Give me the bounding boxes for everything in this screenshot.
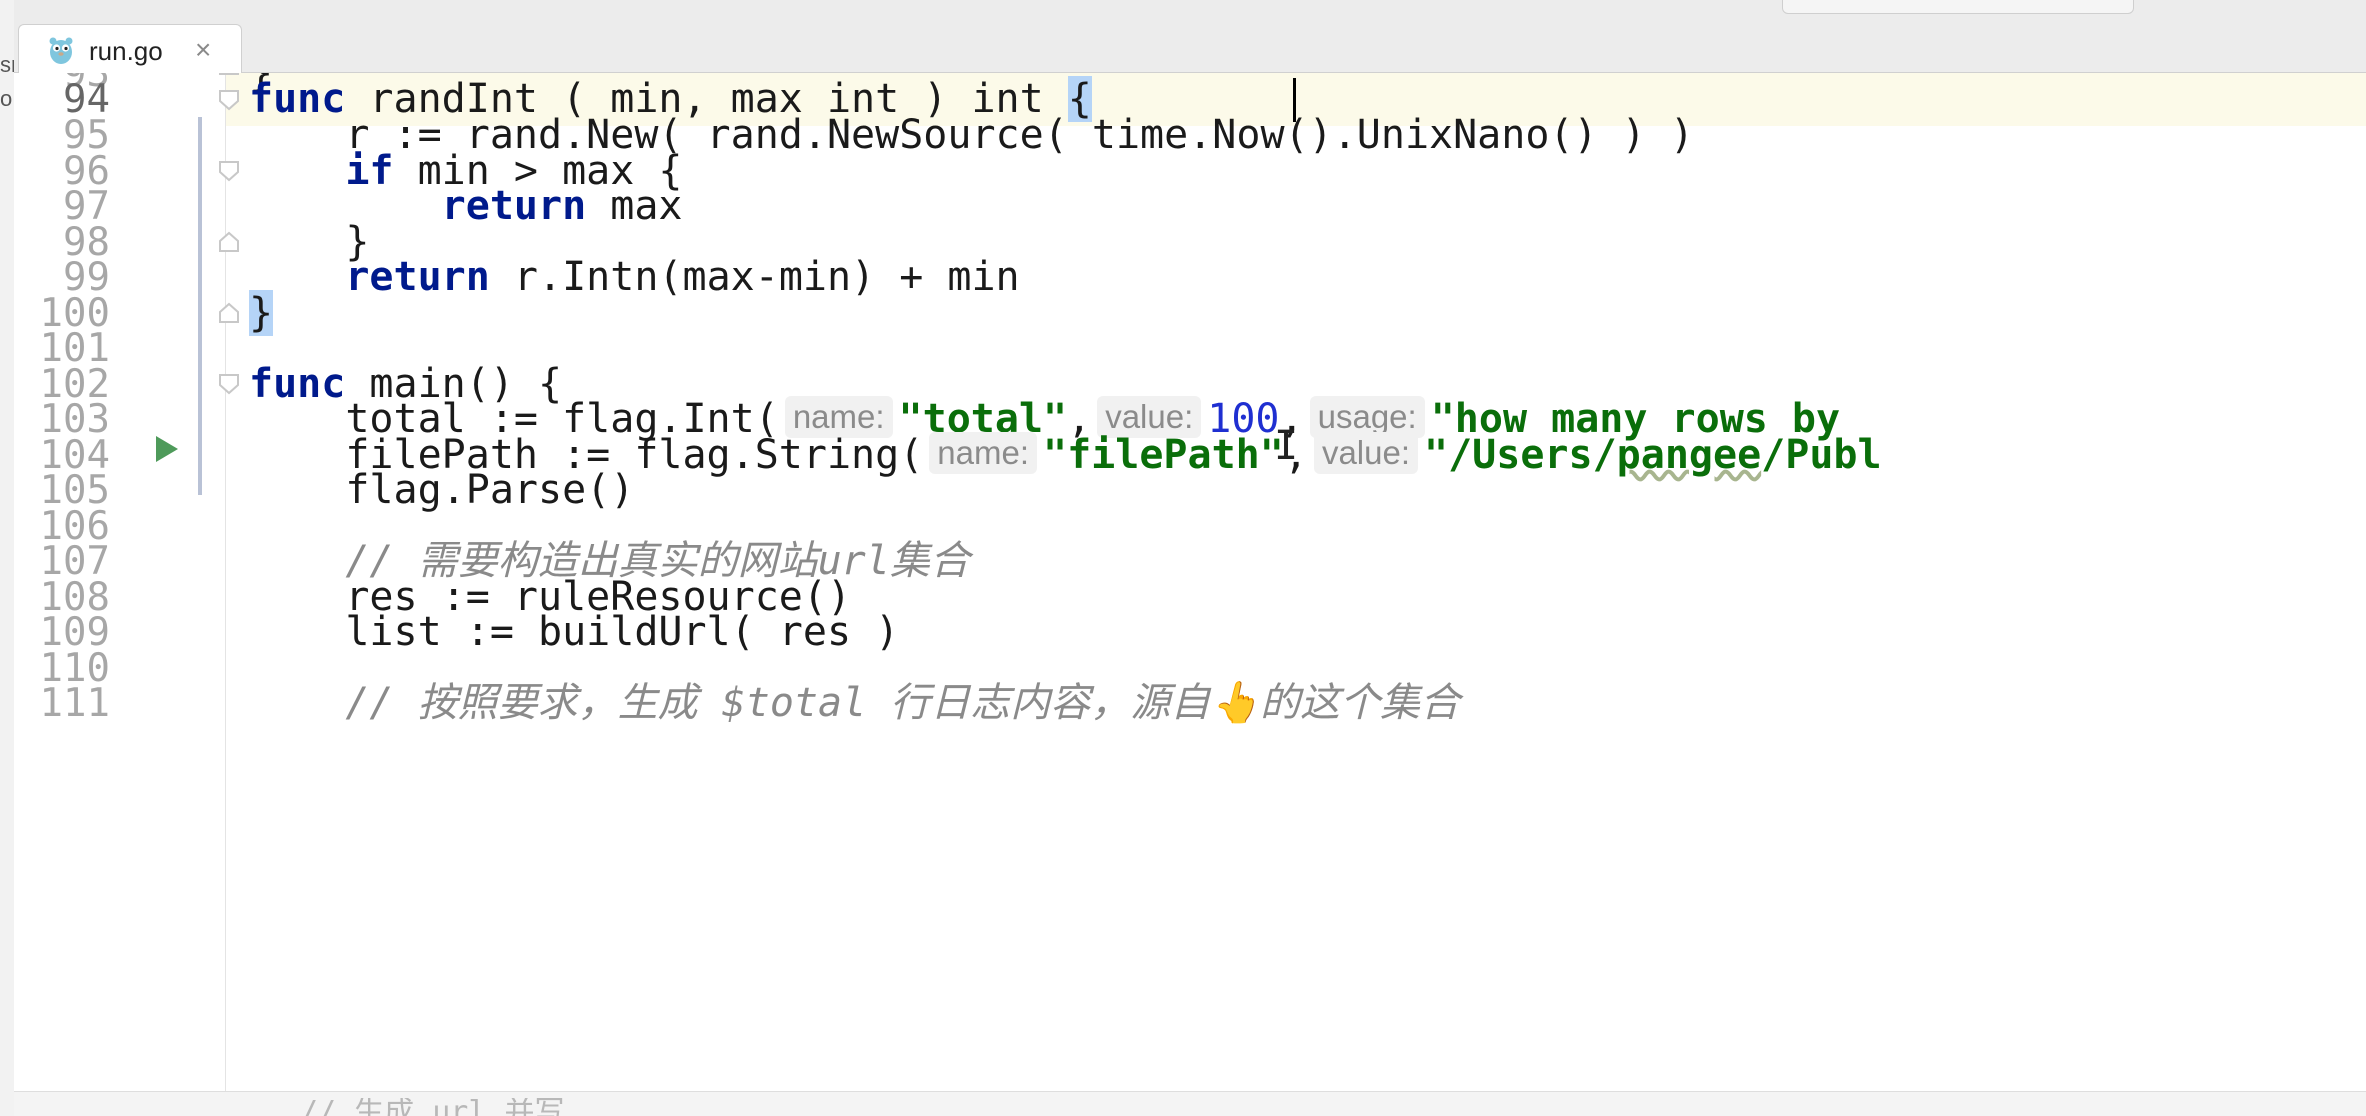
code-text: max [586,183,683,229]
tab-run-go[interactable]: run.go × [18,24,242,73]
string-literal: /Publ [1761,432,1882,478]
changed-block-marker [198,117,202,495]
ide-window: sr o run.go × 93 94 95 96 [0,0,2366,1116]
code-line: flag.Parse() [249,467,635,513]
string-literal: "filePath" [1043,432,1284,478]
fold-end-icon[interactable] [218,73,240,76]
string-literal: "/Users/ [1424,432,1617,478]
code-line: } [249,287,274,340]
line-number: 111 [39,681,110,726]
fold-end-icon[interactable] [218,302,240,324]
code-editor[interactable]: 93 94 95 96 97 98 99 100 101 102 103 104… [14,73,2366,1091]
keyword: return [345,254,490,300]
project-panel-edge[interactable]: sr o [0,0,15,1116]
mouse-ibeam-cursor: I [1274,423,1299,469]
code-line: list := buildUrl( res ) [249,609,900,655]
comment: // 按照要求，生成 $total 行日志内容，源自👆的这个集合 [345,680,1461,726]
toolbar-strip [14,0,2366,16]
fold-start-icon[interactable] [218,373,240,395]
toolbar-widget[interactable] [1782,0,2134,14]
matched-brace: } [249,290,274,336]
keyword: return [441,183,587,229]
close-icon[interactable]: × [195,34,211,66]
tab-label: run.go [89,36,163,66]
partial-code-line: // 生成 url 并写 [300,1098,565,1116]
fold-start-icon[interactable] [218,89,240,111]
code-line: return r.Intn(max-min) + min [249,251,1020,304]
run-icon[interactable] [154,434,180,464]
editor-tab-bar: run.go × [14,16,2366,73]
panel-fragment-text: o [0,86,13,111]
panel-fragment-text: sr [0,52,14,77]
go-gopher-icon [49,37,73,64]
code-text: r.Intn(max-min) + min [489,254,1020,300]
param-hint: value: [1313,432,1418,474]
fold-end-icon[interactable] [218,231,240,253]
param-hint: name: [929,432,1038,474]
fold-start-icon[interactable] [218,160,240,182]
typo-underlined-word: pangee [1616,432,1762,478]
code-line: // 按照要求，生成 $total 行日志内容，源自👆的这个集合 [249,677,1460,730]
